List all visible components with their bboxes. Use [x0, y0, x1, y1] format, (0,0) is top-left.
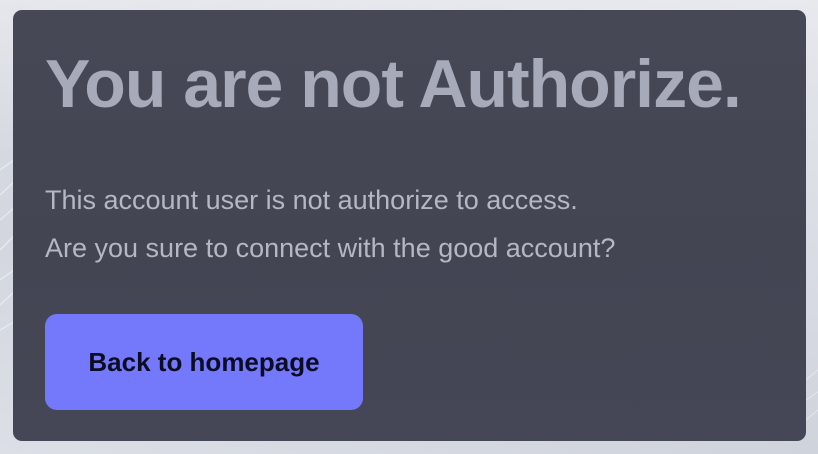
- error-message-line-2: Are you sure to connect with the good ac…: [45, 233, 616, 263]
- unauthorized-card: You are not Authorize. This account user…: [13, 10, 806, 441]
- error-message: This account user is not authorize to ac…: [45, 176, 615, 272]
- error-message-line-1: This account user is not authorize to ac…: [45, 185, 578, 215]
- back-to-homepage-button[interactable]: Back to homepage: [45, 314, 363, 410]
- page-title: You are not Authorize.: [45, 46, 742, 122]
